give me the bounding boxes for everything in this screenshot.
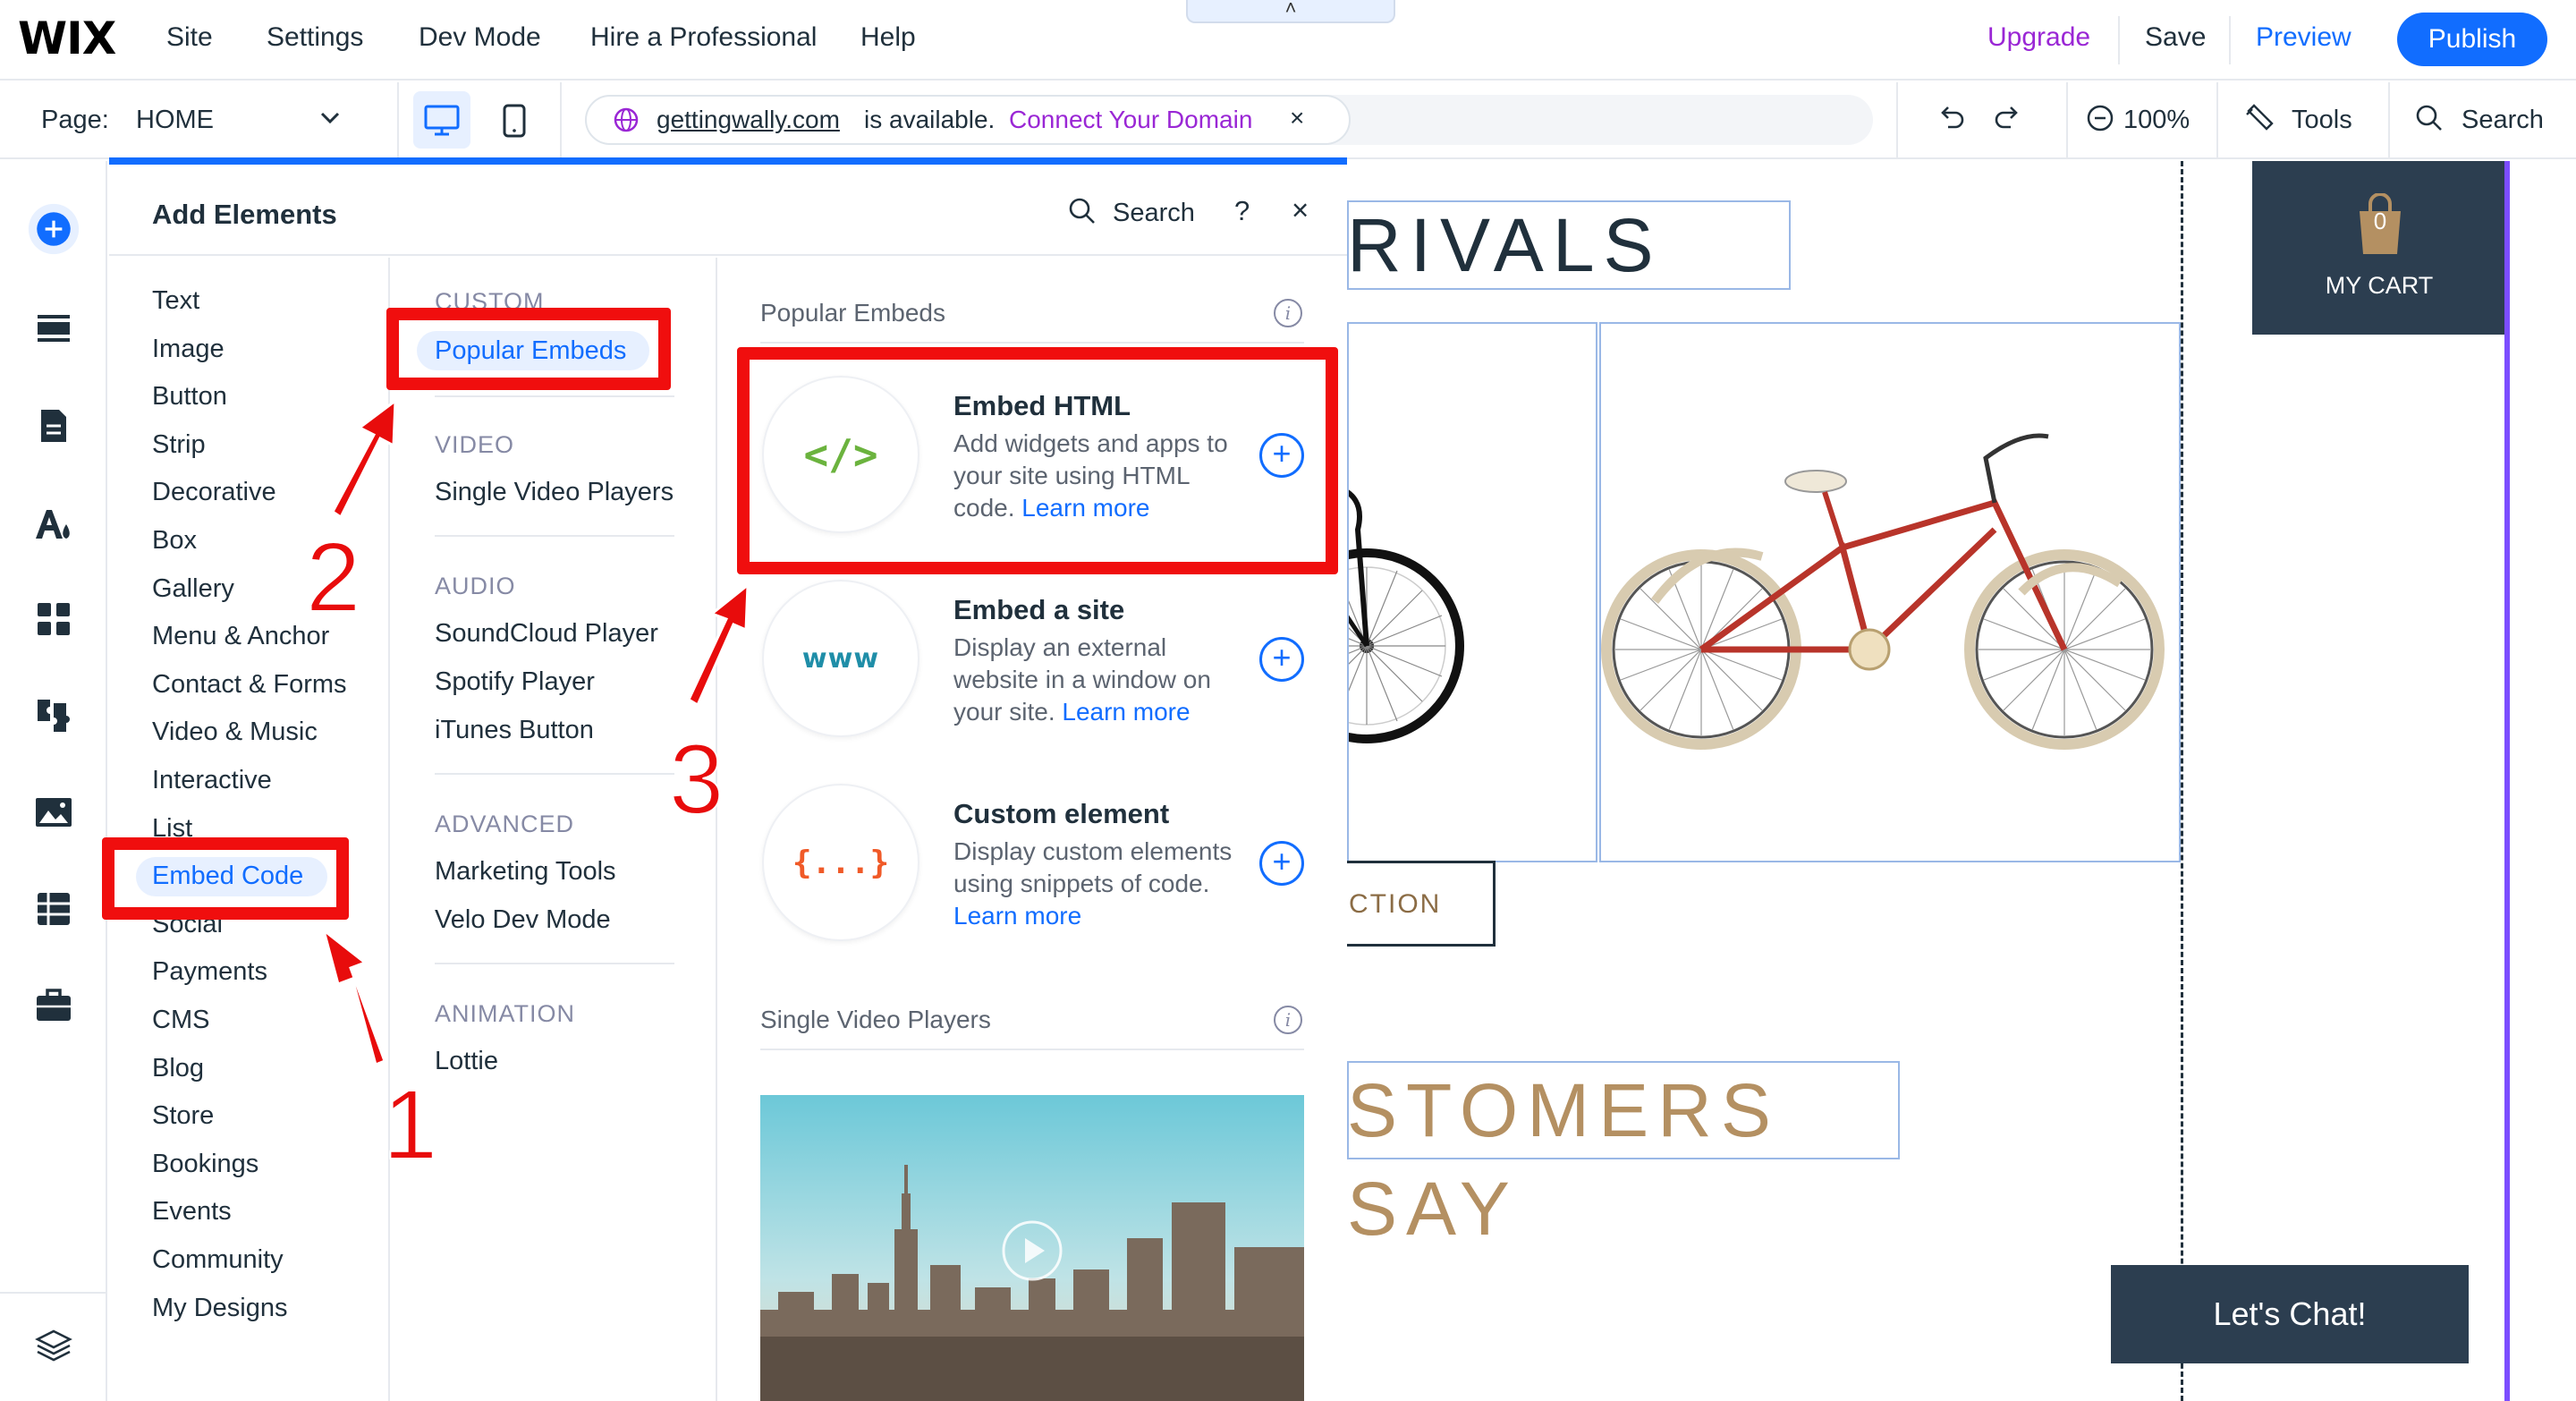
arrow-1 — [321, 927, 386, 1067]
arrow-2 — [331, 397, 397, 520]
annotation-number-3: 3 — [668, 724, 724, 836]
annotation-number-2: 2 — [305, 522, 361, 633]
annotation-number-1: 1 — [382, 1069, 438, 1181]
arrow-3 — [687, 582, 750, 708]
annotation-arrows — [321, 397, 750, 1067]
